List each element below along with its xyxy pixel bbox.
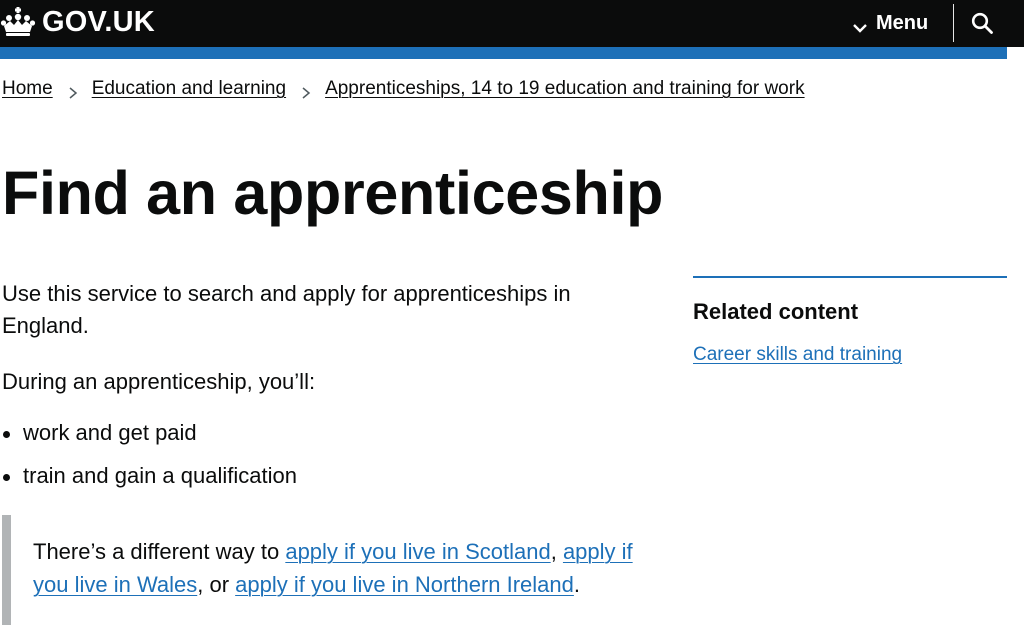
inset-sep-2: , or [197, 572, 236, 597]
chevron-down-icon [852, 17, 868, 33]
menu-label: Menu [876, 11, 929, 34]
breadcrumb: Home Education and learning Apprenticesh… [2, 76, 805, 102]
search-button[interactable] [965, 8, 999, 40]
breadcrumb-apprenticeships[interactable]: Apprenticeships, 14 to 19 education and … [325, 76, 805, 102]
intro-text: Use this service to search and apply for… [2, 281, 571, 338]
breadcrumb-education[interactable]: Education and learning [92, 76, 286, 102]
during-text: During an apprenticeship, you’ll: [2, 369, 316, 394]
northern-ireland-link[interactable]: apply if you live in Northern Ireland [235, 572, 574, 597]
menu-button[interactable]: Menu [852, 6, 928, 40]
site-header: GOV.UK Menu [0, 0, 1024, 47]
header-divider [953, 4, 954, 42]
crown-icon [0, 6, 36, 38]
benefits-list: work and get paid train and gain a quali… [2, 417, 297, 503]
list-item: work and get paid [2, 417, 297, 449]
logo-text: GOV.UK [42, 6, 155, 38]
header-blue-bar [0, 47, 1007, 59]
inset-paragraph: There’s a different way to apply if you … [33, 535, 673, 601]
career-skills-link[interactable]: Career skills and training [693, 344, 902, 365]
inset-prefix: There’s a different way to [33, 539, 286, 564]
govuk-logo-link[interactable]: GOV.UK [0, 4, 155, 40]
page-title: Find an apprenticeship [2, 159, 664, 227]
chevron-right-icon [66, 82, 80, 99]
inset-sep-1: , [550, 539, 563, 564]
scotland-link[interactable]: apply if you live in Scotland [285, 539, 550, 564]
search-icon [970, 11, 994, 38]
related-heading: Related content [693, 299, 859, 324]
inset-text: There’s a different way to apply if you … [2, 515, 682, 625]
inset-suffix: . [573, 572, 581, 597]
related-content: Related content Career skills and traini… [693, 276, 1007, 368]
chevron-right-icon [299, 82, 313, 99]
list-item: train and gain a qualification [2, 460, 297, 492]
breadcrumb-home[interactable]: Home [2, 76, 53, 102]
